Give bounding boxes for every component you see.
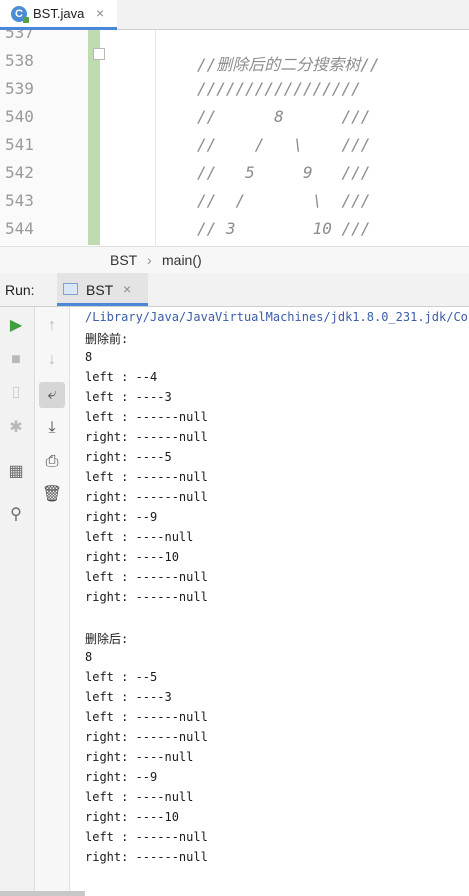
console-line: 8: [85, 350, 93, 364]
editor-tab-bar: C BST.java ×: [0, 0, 469, 30]
console-line: right: ------null: [85, 590, 208, 604]
code-line: // / \ ///: [197, 135, 371, 154]
line-number: 541: [5, 135, 34, 154]
line-number: 542: [5, 163, 34, 182]
console-output[interactable]: /Library/Java/JavaVirtualMachines/jdk1.8…: [70, 307, 469, 896]
active-tab-indicator: [57, 303, 148, 306]
code-line: // 3 10 ///: [197, 219, 371, 238]
scroll-to-end-icon[interactable]: ⤓: [39, 415, 65, 441]
console-line: left : --4: [85, 370, 158, 384]
run-icon[interactable]: ▶: [3, 313, 29, 339]
console-line: right: ------null: [85, 490, 208, 504]
console-line: right: ----10: [85, 810, 179, 824]
code-line: // / \ ///: [197, 191, 371, 210]
code-line: // 8 ///: [197, 107, 371, 126]
console-line: right: ----null: [85, 750, 194, 764]
close-icon[interactable]: ×: [123, 281, 131, 297]
console-line: left : ----3: [85, 690, 172, 704]
code-line: //删除后的二分搜索树//: [197, 55, 380, 74]
breadcrumb-class[interactable]: BST: [110, 252, 137, 268]
stop-icon[interactable]: ■: [3, 347, 29, 373]
run-toolbar-secondary: ↑ ↓ ⤶ ⤓ ⎙ 🗑: [35, 307, 70, 896]
line-number: 537: [5, 30, 34, 42]
run-label: Run:: [5, 282, 35, 298]
run-tab-label: BST: [86, 282, 114, 298]
line-number: 540: [5, 107, 34, 126]
fold-marker-icon[interactable]: [93, 48, 105, 60]
console-line: left : ------null: [85, 470, 208, 484]
run-config-icon: [63, 283, 78, 295]
console-line: 删除前:: [85, 332, 129, 346]
console-line: right: --9: [85, 770, 158, 784]
console-line: left : ----null: [85, 790, 194, 804]
line-number: 539: [5, 79, 34, 98]
code-editor[interactable]: 537 538 //删除后的二分搜索树// 539 ///////////////// 5…: [0, 30, 469, 245]
breadcrumb: BST › main(): [0, 246, 469, 274]
run-tab-bst[interactable]: BST ×: [57, 273, 148, 306]
console-line: right: ------null: [85, 850, 208, 864]
close-icon[interactable]: ×: [96, 5, 104, 21]
console-line: right: --9: [85, 510, 158, 524]
console-line: left : ------null: [85, 410, 208, 424]
console-command-line: /Library/Java/JavaVirtualMachines/jdk1.8…: [85, 310, 469, 324]
debug-bug-icon[interactable]: ✱: [3, 415, 29, 441]
console-line: right: ----10: [85, 550, 179, 564]
console-line: left : ------null: [85, 570, 208, 584]
line-number: 543: [5, 191, 34, 210]
console-line: left : ------null: [85, 710, 208, 724]
console-line: right: ------null: [85, 730, 208, 744]
console-line: 删除后:: [85, 632, 129, 646]
code-line: /////////////////: [197, 79, 361, 98]
code-line: // 5 9 ///: [197, 163, 371, 182]
breadcrumb-separator: ›: [147, 252, 152, 268]
breadcrumb-method[interactable]: main(): [162, 252, 202, 268]
pin-icon[interactable]: ⚲: [3, 502, 29, 528]
console-line: left : ----3: [85, 390, 172, 404]
camera-icon[interactable]: ⌷: [3, 381, 29, 407]
line-number: 544: [5, 219, 34, 238]
console-line: left : --5: [85, 670, 158, 684]
console-line: right: ----5: [85, 450, 172, 464]
tab-bst-java[interactable]: C BST.java ×: [0, 0, 117, 30]
indent-guide: [155, 30, 156, 245]
console-line: left : ------null: [85, 830, 208, 844]
change-marker-stripe: [88, 30, 100, 245]
console-line: left : ----null: [85, 530, 194, 544]
run-tool-window-header: Run: BST ×: [0, 273, 469, 307]
tab-label: BST.java: [33, 6, 85, 21]
console-line: right: ------null: [85, 430, 208, 444]
layout-icon[interactable]: ▦: [3, 459, 29, 485]
soft-wrap-icon[interactable]: ⤶: [39, 382, 65, 408]
java-class-icon: C: [11, 6, 29, 23]
up-arrow-icon[interactable]: ↑: [39, 313, 65, 339]
trash-icon[interactable]: 🗑: [39, 482, 65, 508]
print-icon[interactable]: ⎙: [39, 449, 65, 475]
line-number: 538: [5, 51, 34, 70]
horizontal-scrollbar[interactable]: [0, 891, 85, 896]
console-line: 8: [85, 650, 93, 664]
down-arrow-icon[interactable]: ↓: [39, 347, 65, 373]
run-toolbar-primary: ▶ ■ ⌷ ✱ ▦ ⚲: [0, 307, 35, 896]
